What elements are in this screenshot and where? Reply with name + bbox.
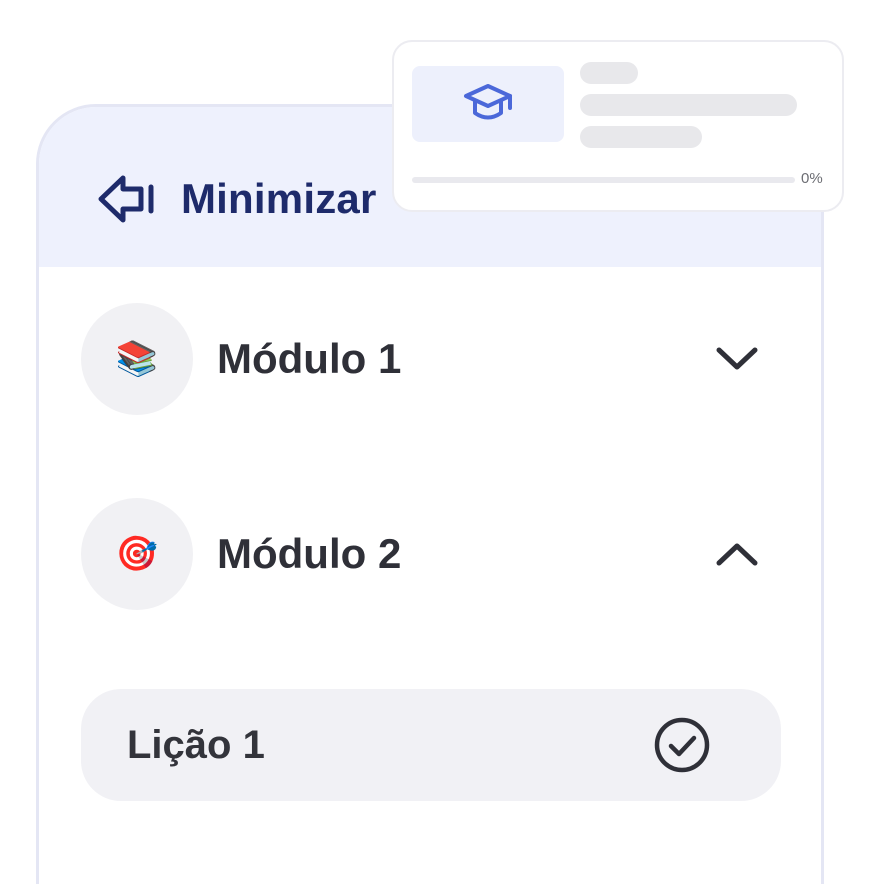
chevron-down-icon[interactable] xyxy=(713,335,761,383)
app-stage: Minimizar 📚 Módulo 1 🎯 Módulo 2 Lição 1 xyxy=(0,0,884,884)
minimize-label: Minimizar xyxy=(181,175,377,222)
course-progress-card[interactable]: 0% xyxy=(392,40,844,212)
chevron-up-icon[interactable] xyxy=(713,530,761,578)
progress-bar xyxy=(412,177,795,183)
module-title: Módulo 1 xyxy=(217,335,402,382)
progress-label: 0% xyxy=(801,170,823,187)
module-item-2[interactable]: 🎯 Módulo 2 xyxy=(81,498,781,610)
minimize-button[interactable]: Minimizar xyxy=(97,173,377,225)
course-thumbnail xyxy=(412,66,564,142)
target-icon: 🎯 xyxy=(81,498,193,610)
module-item-1[interactable]: 📚 Módulo 1 xyxy=(81,303,781,415)
collapse-arrow-left-icon xyxy=(98,175,154,223)
lesson-item-1[interactable]: Lição 1 xyxy=(81,689,781,801)
skeleton-line xyxy=(580,62,638,84)
module-title: Módulo 2 xyxy=(217,530,402,577)
graduation-cap-icon xyxy=(464,84,512,120)
skeleton-line xyxy=(580,126,702,148)
course-sidebar: Minimizar 📚 Módulo 1 🎯 Módulo 2 Lição 1 xyxy=(36,104,824,884)
check-circle-icon xyxy=(654,717,710,773)
lesson-title: Lição 1 xyxy=(127,722,265,767)
skeleton-line xyxy=(580,94,797,116)
books-icon: 📚 xyxy=(81,303,193,415)
